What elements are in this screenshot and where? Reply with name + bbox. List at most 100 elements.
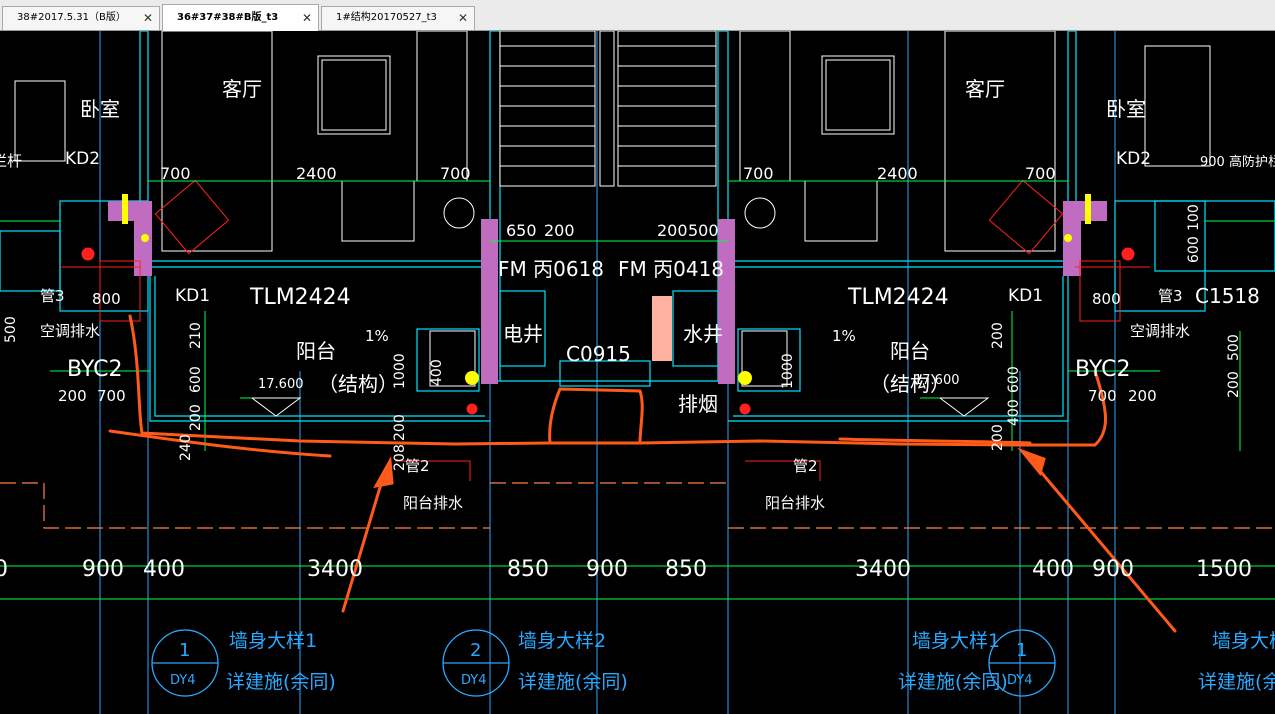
- balcony-right-label: 阳台: [890, 339, 930, 363]
- dim-right-200c: 200: [1226, 371, 1242, 398]
- tab-36-37-38-active[interactable]: 36#37#38#B版_t3 ✕: [162, 4, 319, 31]
- dim-bottom-850b: 850: [665, 557, 707, 582]
- dim-right-500: 500: [1226, 334, 1242, 361]
- close-tab-icon[interactable]: ✕: [458, 7, 468, 29]
- dim-left-500: 500: [3, 316, 19, 343]
- bedroom-right-label: 卧室: [1106, 97, 1146, 121]
- guan2-right: 管2: [793, 457, 818, 475]
- dim-bottom-1500: 1500: [1196, 557, 1252, 582]
- kd2-left-label: KD2: [65, 149, 100, 169]
- dim-left-208: 208: [392, 444, 408, 471]
- dim-left-400: 400: [429, 359, 445, 386]
- elevation-markers: [251, 397, 990, 417]
- elevation-right: 17.600: [914, 373, 960, 388]
- callout-3-number: 1: [1016, 640, 1027, 661]
- slope-left: 1%: [365, 327, 389, 345]
- dim-bottom-850a: 850: [507, 557, 549, 582]
- kd1-right-label: KD1: [1008, 286, 1043, 306]
- callout-3-sheet: DY4: [1007, 673, 1033, 688]
- dim-bottom-900c: 900: [1092, 557, 1134, 582]
- dim-top-3: 700: [440, 164, 471, 183]
- dim-top-5: 200: [544, 221, 575, 240]
- dim-right-100: 100: [1186, 204, 1202, 231]
- dim-top-4: 650: [506, 221, 537, 240]
- callout-3-title: 墙身大样1: [912, 630, 1000, 652]
- guan3-left: 管3: [40, 287, 65, 305]
- dim-top-6: 200: [657, 221, 688, 240]
- dim-right-600: 600: [1006, 366, 1022, 393]
- kd1-left-label: KD1: [175, 286, 210, 306]
- dim-right-200-v: 200: [990, 322, 1006, 349]
- dim-left-240: 240: [178, 434, 194, 461]
- dim-left-200c: 200: [392, 414, 408, 441]
- balcony-struct-left: （结构）: [318, 372, 398, 396]
- callout-1-title: 墙身大样1: [229, 630, 317, 652]
- rail-left: 栏杆: [0, 152, 22, 170]
- slope-right: 1%: [832, 327, 856, 345]
- callout-4-note: 详建施(余同): [1198, 671, 1275, 693]
- tab-1-structure[interactable]: 1#结构20170527_t3 ✕: [321, 6, 475, 30]
- dim-right-400: 400: [1006, 399, 1022, 426]
- kd2-right-label: KD2: [1116, 149, 1151, 169]
- elec-shaft-label: 电井: [503, 322, 543, 346]
- guan3-right: 管3: [1158, 287, 1183, 305]
- callout-2-note: 详建施(余同): [518, 671, 628, 693]
- dim-right-800: 800: [1092, 290, 1121, 308]
- dim-top-8: 700: [743, 164, 774, 183]
- callout-1-number: 1: [179, 640, 190, 661]
- cad-drawing-canvas[interactable]: 卧室 客厅 客厅 卧室 阳台 （结构） 阳台 （结构） 电井 水井 排烟 KD2…: [0, 31, 1275, 714]
- callout-1-sheet: DY4: [170, 673, 196, 688]
- callout-2-number: 2: [470, 640, 481, 661]
- callout-2-title: 墙身大样2: [518, 630, 606, 652]
- balcony-drain-left: 阳台排水: [403, 494, 463, 512]
- balcony-left-label: 阳台: [296, 339, 336, 363]
- dim-top-7: 500: [688, 221, 719, 240]
- close-tab-icon[interactable]: ✕: [143, 7, 153, 29]
- markup-annotation: [108, 314, 1177, 633]
- dim-top-10: 700: [1025, 164, 1056, 183]
- c1518-label: C1518: [1195, 284, 1260, 308]
- dim-left-200b: 200: [188, 404, 204, 431]
- callout-1-note: 详建施(余同): [226, 671, 336, 693]
- dim-left-200: 200: [58, 387, 87, 405]
- fm-left-label: FM 丙0618: [498, 257, 604, 281]
- tab-label: 1#结构20170527_t3: [336, 12, 437, 23]
- dim-left-210: 210: [188, 322, 204, 349]
- dim-left-600: 600: [188, 366, 204, 393]
- tab-label: 36#37#38#B版_t3: [177, 12, 279, 23]
- guan2-left: 管2: [405, 457, 430, 475]
- dim-left-700: 700: [97, 387, 126, 405]
- dim-right-700: 700: [1088, 387, 1117, 405]
- dim-bottom-3400b: 3400: [855, 557, 911, 582]
- dim-bottom-900b: 900: [586, 557, 628, 582]
- balcony-drain-right: 阳台排水: [765, 494, 825, 512]
- tlm-right-label: TLM2424: [847, 285, 949, 310]
- aircon-drain-right: 空调排水: [1130, 322, 1190, 340]
- living-right-label: 客厅: [965, 77, 1005, 101]
- tab-38-2017[interactable]: 38#2017.5.31（B版） ✕: [2, 6, 160, 30]
- dim-right-200: 200: [1128, 387, 1157, 405]
- dim-right-200b: 200: [990, 424, 1006, 451]
- dim-bottom-400a: 400: [143, 557, 185, 582]
- dim-top-9: 2400: [877, 164, 918, 183]
- elevation-left: 17.600: [258, 377, 304, 392]
- c0915-label: C0915: [566, 342, 631, 366]
- water-shaft-label: 水井: [683, 322, 723, 346]
- callout-3-note: 详建施(余同): [898, 671, 1008, 693]
- dim-right-600b: 600: [1186, 236, 1202, 263]
- document-tab-bar: 38#2017.5.31（B版） ✕ 36#37#38#B版_t3 ✕ 1#结构…: [0, 0, 1275, 31]
- dim-bottom-900a: 900: [82, 557, 124, 582]
- stairs: [499, 31, 717, 187]
- living-left-label: 客厅: [222, 77, 262, 101]
- tab-label: 38#2017.5.31（B版）: [17, 12, 126, 23]
- aircon-drain-left: 空调排水: [40, 322, 100, 340]
- callout-4-title: 墙身大样: [1212, 630, 1275, 652]
- bedroom-left-label: 卧室: [80, 97, 120, 121]
- callout-2-sheet: DY4: [461, 673, 487, 688]
- smoke-exhaust-label: 排烟: [678, 392, 718, 416]
- byc2-right-label: BYC2: [1075, 357, 1130, 382]
- dim-bottom-400b: 400: [1032, 557, 1074, 582]
- close-tab-icon[interactable]: ✕: [302, 5, 312, 31]
- dim-top-2: 2400: [296, 164, 337, 183]
- dim-left-1000: 1000: [392, 353, 408, 389]
